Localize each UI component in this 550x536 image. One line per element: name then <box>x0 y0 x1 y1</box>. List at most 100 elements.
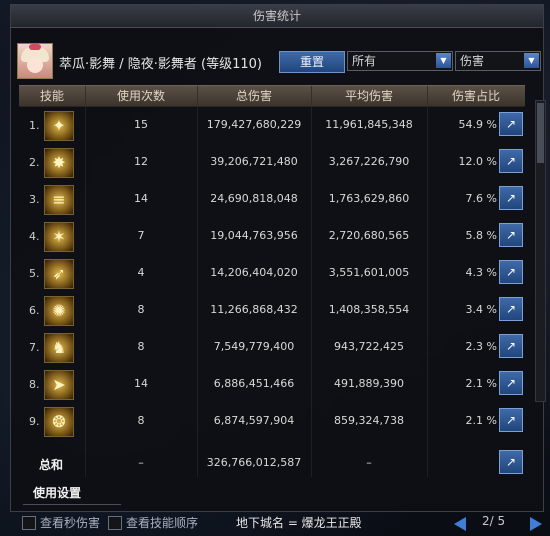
row-avg: 1,408,358,554 <box>328 303 410 316</box>
window-header: 萃瓜·影舞 / 隐夜·影舞者 (等级110) 重置 所有 ▼ 伤害 ▼ <box>11 29 543 87</box>
scrollbar[interactable] <box>535 100 546 402</box>
table-row[interactable]: 5. ➶ 4 14,206,404,020 3,551,601,005 4.3 … <box>19 255 525 292</box>
window-title: 伤害统计 <box>11 5 543 28</box>
column-divider <box>311 85 312 477</box>
row-uses: 12 <box>134 155 148 168</box>
column-divider <box>197 85 198 477</box>
row-uses: 15 <box>134 118 148 131</box>
col-skill[interactable]: 技能 <box>19 86 86 106</box>
row-pct: 2.1 % <box>465 414 497 427</box>
share-icon[interactable]: ↗ <box>499 112 523 136</box>
table-row[interactable]: 4. ✶ 7 19,044,763,956 2,720,680,565 5.8 … <box>19 218 525 255</box>
skill-7-icon: ♞ <box>44 333 74 363</box>
row-rank: 6. <box>29 304 40 317</box>
skill-order-checkbox[interactable] <box>108 516 122 530</box>
table-row[interactable]: 9. ❂ 8 6,874,597,904 859,324,738 2.1 % ↗ <box>19 403 525 440</box>
row-total: 14,206,404,020 <box>210 266 298 279</box>
row-total: 7,549,779,400 <box>213 340 295 353</box>
chevron-down-icon[interactable]: ▼ <box>524 53 539 68</box>
table-row[interactable]: 3. ≡ 14 24,690,818,048 1,763,629,860 7.6… <box>19 181 525 218</box>
table-row[interactable]: 6. ✺ 8 11,266,868,432 1,408,358,554 3.4 … <box>19 292 525 329</box>
col-pct[interactable]: 伤害占比 <box>427 86 525 106</box>
table-row[interactable]: 8. ➤ 14 6,886,451,466 491,889,390 2.1 % … <box>19 366 525 403</box>
row-pct: 54.9 % <box>458 118 497 131</box>
page-indicator: 2/ 5 <box>482 514 506 528</box>
skill-9-icon: ❂ <box>44 407 74 437</box>
pager: 2/ 5 <box>452 514 546 534</box>
table-row[interactable]: 2. ✸ 12 39,206,721,480 3,267,226,790 12.… <box>19 144 525 181</box>
next-page-icon[interactable] <box>530 517 542 531</box>
row-avg: 11,961,845,348 <box>325 118 413 131</box>
row-total: 39,206,721,480 <box>210 155 298 168</box>
metric-select[interactable]: 伤害 ▼ <box>455 51 541 71</box>
share-icon[interactable]: ↗ <box>499 297 523 321</box>
table-row[interactable]: 7. ♞ 8 7,549,779,400 943,722,425 2.3 % ↗ <box>19 329 525 366</box>
prev-page-icon[interactable] <box>454 517 466 531</box>
column-divider <box>85 85 86 477</box>
col-avg[interactable]: 平均伤害 <box>311 86 428 106</box>
skill-5-icon: ➶ <box>44 259 74 289</box>
skill-3-icon: ≡ <box>44 185 74 215</box>
table-body: 1. ✦ 15 179,427,680,229 11,961,845,348 5… <box>19 107 525 440</box>
column-divider <box>427 85 428 477</box>
row-pct: 4.3 % <box>465 266 497 279</box>
tab-settings[interactable]: 使用设置 <box>23 482 121 505</box>
share-icon[interactable]: ↗ <box>499 334 523 358</box>
bottom-bar: 查看秒伤害 查看技能顺序 地下城名 = 爆龙王正殿 2/ 5 <box>0 510 550 536</box>
skill-6-icon: ✺ <box>44 296 74 326</box>
total-avg: – <box>366 456 372 469</box>
row-total: 6,886,451,466 <box>213 377 295 390</box>
share-icon[interactable]: ↗ <box>499 450 523 474</box>
character-avatar <box>17 43 53 79</box>
filter-select[interactable]: 所有 ▼ <box>347 51 453 71</box>
table-header: 技能 使用次数 总伤害 平均伤害 伤害占比 <box>19 85 525 107</box>
chevron-down-icon[interactable]: ▼ <box>436 53 451 68</box>
share-icon[interactable]: ↗ <box>499 186 523 210</box>
row-uses: 4 <box>137 266 145 279</box>
col-uses[interactable]: 使用次数 <box>85 86 198 106</box>
row-rank: 7. <box>29 341 40 354</box>
row-total: 6,874,597,904 <box>213 414 295 427</box>
share-icon[interactable]: ↗ <box>499 408 523 432</box>
row-avg: 1,763,629,860 <box>328 192 410 205</box>
per-second-label: 查看秒伤害 <box>40 516 101 530</box>
character-name: 萃瓜·影舞 / 隐夜·影舞者 (等级110) <box>59 57 262 72</box>
reset-button[interactable]: 重置 <box>279 51 345 73</box>
row-total: 179,427,680,229 <box>206 118 302 131</box>
row-rank: 2. <box>29 156 40 169</box>
row-avg: 3,267,226,790 <box>328 155 410 168</box>
share-icon[interactable]: ↗ <box>499 149 523 173</box>
total-label: 总和 <box>39 458 64 472</box>
row-pct: 12.0 % <box>458 155 497 168</box>
col-total[interactable]: 总伤害 <box>197 86 312 106</box>
scrollbar-thumb[interactable] <box>537 103 544 163</box>
row-uses: 8 <box>137 414 145 427</box>
row-rank: 8. <box>29 378 40 391</box>
table-row[interactable]: 1. ✦ 15 179,427,680,229 11,961,845,348 5… <box>19 107 525 144</box>
row-total: 11,266,868,432 <box>210 303 298 316</box>
row-rank: 9. <box>29 415 40 428</box>
total-uses: – <box>138 456 144 469</box>
filter-select-value: 所有 <box>352 54 377 68</box>
per-second-checkbox[interactable] <box>22 516 36 530</box>
row-uses: 14 <box>134 192 148 205</box>
row-uses: 14 <box>134 377 148 390</box>
row-avg: 859,324,738 <box>334 414 404 427</box>
total-row: 总和 – 326,766,012,587 – ↗ <box>19 440 525 484</box>
share-icon[interactable]: ↗ <box>499 260 523 284</box>
row-avg: 491,889,390 <box>334 377 404 390</box>
damage-table: 技能 使用次数 总伤害 平均伤害 伤害占比 1. ✦ 15 179,427,68… <box>19 85 525 484</box>
row-pct: 2.3 % <box>465 340 497 353</box>
row-rank: 3. <box>29 193 40 206</box>
skill-1-icon: ✦ <box>44 111 74 141</box>
row-rank: 1. <box>29 119 40 132</box>
total-damage: 326,766,012,587 <box>206 456 302 469</box>
dungeon-name: 地下城名 = 爆龙王正殿 <box>236 516 362 530</box>
row-avg: 2,720,680,565 <box>328 229 410 242</box>
row-avg: 943,722,425 <box>334 340 404 353</box>
skill-2-icon: ✸ <box>44 148 74 178</box>
skill-4-icon: ✶ <box>44 222 74 252</box>
share-icon[interactable]: ↗ <box>499 371 523 395</box>
damage-stats-window: 伤害统计 萃瓜·影舞 / 隐夜·影舞者 (等级110) 重置 所有 ▼ 伤害 ▼… <box>10 4 544 512</box>
share-icon[interactable]: ↗ <box>499 223 523 247</box>
